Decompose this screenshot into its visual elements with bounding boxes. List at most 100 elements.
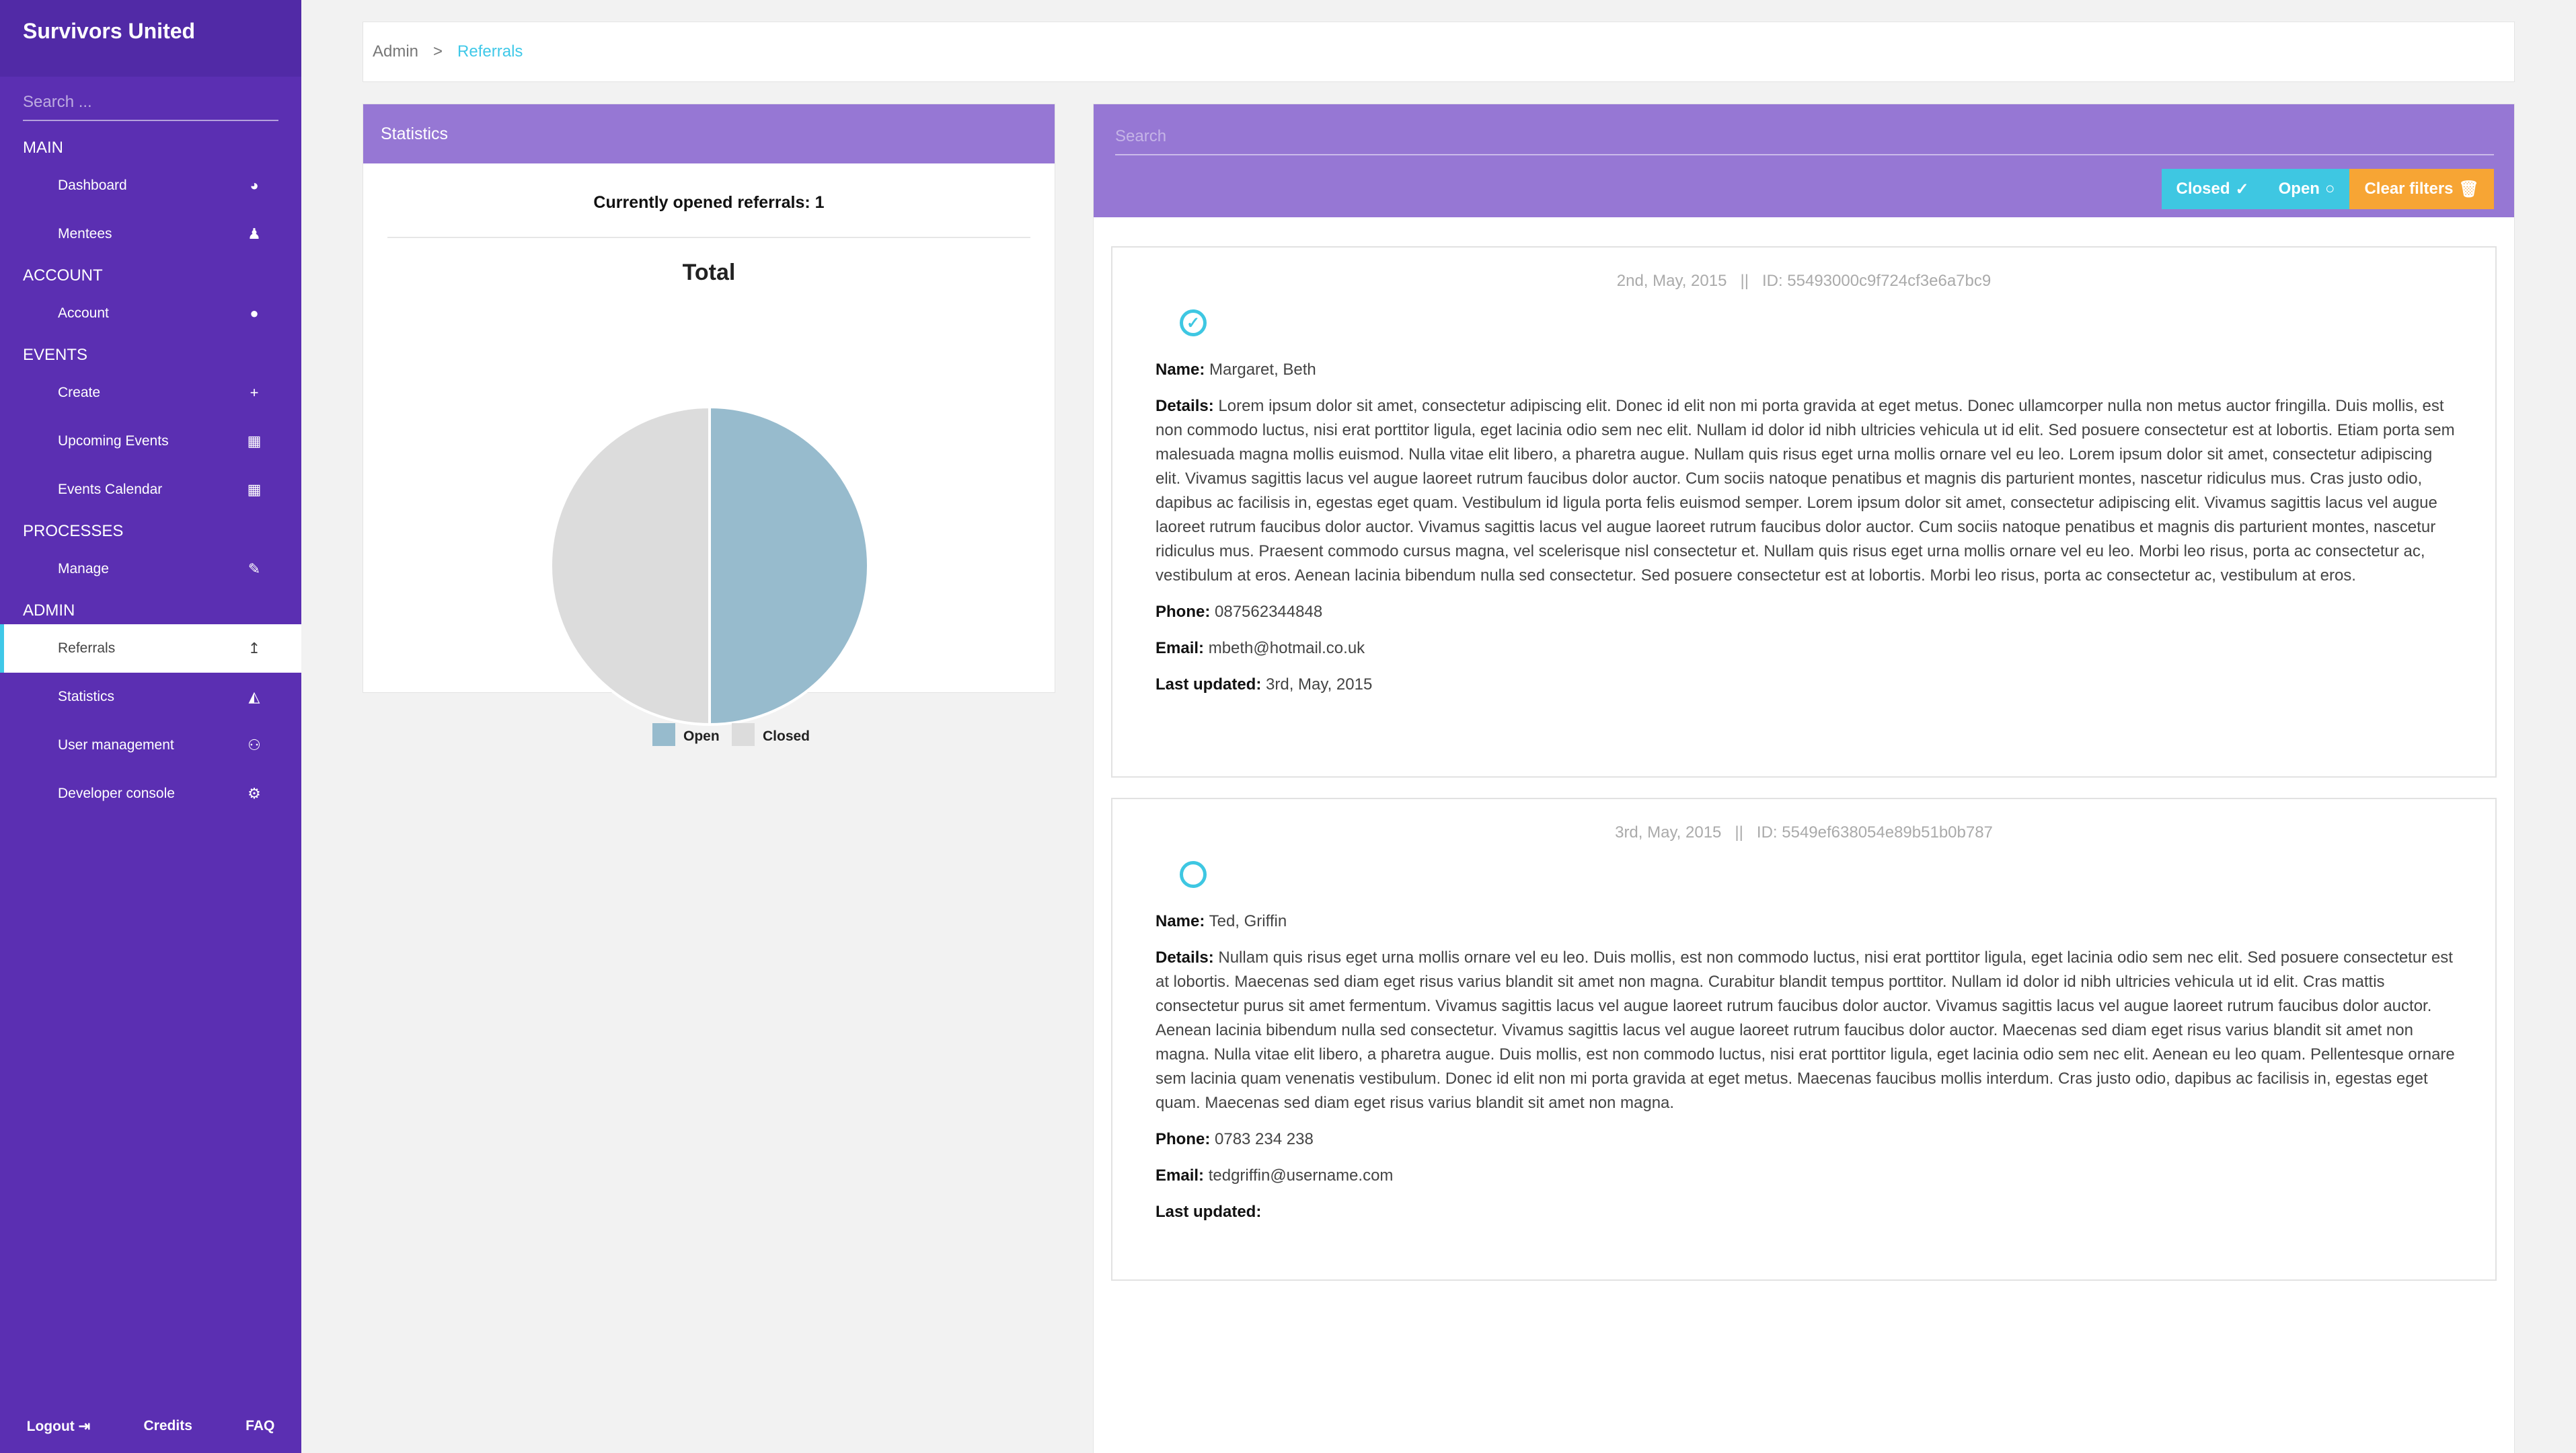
sidebar-item-developer-console[interactable]: Developer console ⚙ <box>0 770 301 818</box>
logout-icon: ⇥ <box>78 1418 91 1434</box>
referral-last-updated: 3rd, May, 2015 <box>1266 675 1373 694</box>
sidebar-search-input[interactable]: Search ... <box>23 87 278 121</box>
referral-email-row: Email: mbeth@hotmail.co.uk <box>1156 636 2455 661</box>
sidebar-item-label: Statistics <box>58 689 115 704</box>
sidebar-item-upcoming-events[interactable]: Upcoming Events ▦ <box>0 417 301 465</box>
calendar-icon: ▦ <box>247 481 262 498</box>
pie-slice-open[interactable] <box>708 405 870 726</box>
referral-details: Lorem ipsum dolor sit amet, consectetur … <box>1156 397 2455 585</box>
status-open-circle-icon[interactable] <box>1180 861 1207 888</box>
referral-email: tedgriffin@username.com <box>1208 1166 1394 1185</box>
meta-separator: || <box>1735 823 1743 842</box>
referral-details-row: Details: Nullam quis risus eget urna mol… <box>1156 946 2455 1115</box>
check-circle-icon: ✓ <box>2235 180 2249 198</box>
filter-open-label: Open <box>2278 180 2320 198</box>
sidebar-item-label: Referrals <box>58 640 116 656</box>
referral-meta: 3rd, May, 2015 || ID: 5549ef638054e89b51… <box>1112 823 2495 842</box>
referral-id: ID: 55493000c9f724cf3e6a7bc9 <box>1761 272 1992 290</box>
sidebar-item-dashboard[interactable]: Dashboard ◕ <box>0 161 301 210</box>
breadcrumb-separator: > <box>433 42 443 61</box>
referral-phone: 087562344848 <box>1215 603 1323 621</box>
referral-body: Name: Ted, Griffin Details: Nullam quis … <box>1156 909 2455 1236</box>
sidebar-item-statistics[interactable]: Statistics ◭ <box>0 673 301 721</box>
breadcrumb: Admin > Referrals <box>363 22 2515 82</box>
sidebar-item-label: Events Calendar <box>58 482 163 497</box>
sidebar: Survivors United Search ... MAIN Dashboa… <box>0 0 301 1453</box>
sidebar-item-label: Mentees <box>58 226 112 241</box>
clear-filters-label: Clear filters <box>2364 180 2454 198</box>
faq-link[interactable]: FAQ <box>245 1418 274 1434</box>
sidebar-footer: Logout ⇥ Credits FAQ <box>0 1399 301 1453</box>
sidebar-item-manage[interactable]: Manage ✎ <box>0 545 301 593</box>
sidebar-item-account[interactable]: Account ● <box>0 289 301 338</box>
section-title-main: MAIN <box>23 139 63 157</box>
referral-arrow-icon: ↥ <box>248 640 261 657</box>
divider <box>387 237 1030 238</box>
statistics-panel-header: Statistics <box>363 104 1055 163</box>
sidebar-item-events-calendar[interactable]: Events Calendar ▦ <box>0 465 301 514</box>
breadcrumb-current: Referrals <box>457 42 523 61</box>
status-closed-check-icon[interactable]: ✓ <box>1180 309 1207 336</box>
sidebar-item-label: Manage <box>58 561 109 576</box>
meta-separator: || <box>1740 272 1749 290</box>
filter-bar: Closed ✓ Open ○ Clear filters 🗑 <box>2161 169 2494 209</box>
sidebar-item-label: Developer console <box>58 786 175 801</box>
circle-icon: ○ <box>2324 180 2335 198</box>
sidebar-item-create[interactable]: Create + <box>0 369 301 417</box>
referral-name-row: Name: Margaret, Beth <box>1156 358 2455 382</box>
email-label: Email: <box>1156 1166 1205 1185</box>
section-title-account: ACCOUNT <box>23 266 103 285</box>
referral-updated-row: Last updated: 3rd, May, 2015 <box>1156 673 2455 697</box>
sidebar-item-label: Upcoming Events <box>58 433 169 449</box>
trash-icon: 🗑 <box>2458 180 2479 198</box>
referral-phone-row: Phone: 0783 234 238 <box>1156 1127 2455 1152</box>
sidebar-item-user-management[interactable]: User management ⚇ <box>0 721 301 770</box>
referral-email: mbeth@hotmail.co.uk <box>1208 639 1365 657</box>
phone-label: Phone: <box>1156 603 1211 621</box>
referral-updated-row: Last updated: <box>1156 1200 2455 1224</box>
referral-details: Nullam quis risus eget urna mollis ornar… <box>1156 948 2455 1112</box>
calendar-icon: ▦ <box>247 433 262 449</box>
referral-card: 3rd, May, 2015 || ID: 5549ef638054e89b51… <box>1111 798 2497 1281</box>
sidebar-item-label: Account <box>58 305 109 321</box>
legend-swatch-open <box>652 723 675 746</box>
legend-label-open: Open <box>683 729 720 744</box>
breadcrumb-admin[interactable]: Admin <box>373 42 418 61</box>
dashboard-icon: ◕ <box>250 177 259 194</box>
name-label: Name: <box>1156 361 1205 379</box>
pie-chart: Open Closed <box>550 405 870 746</box>
gears-icon: ⚙ <box>248 785 261 802</box>
last-updated-label: Last updated: <box>1156 1203 1262 1221</box>
logout-link[interactable]: Logout ⇥ <box>27 1418 91 1435</box>
referral-details-row: Details: Lorem ipsum dolor sit amet, con… <box>1156 394 2455 588</box>
details-label: Details: <box>1156 397 1214 415</box>
referral-date: 2nd, May, 2015 <box>1616 272 1727 290</box>
section-title-processes: PROCESSES <box>23 522 124 540</box>
sidebar-item-referrals[interactable]: Referrals ↥ <box>0 624 301 673</box>
legend-swatch-closed <box>732 723 755 746</box>
referral-phone-row: Phone: 087562344848 <box>1156 600 2455 624</box>
pie-slice-closed[interactable] <box>550 405 711 726</box>
brand-title[interactable]: Survivors United <box>0 0 301 77</box>
name-label: Name: <box>1156 912 1205 930</box>
sidebar-item-label: Dashboard <box>58 178 127 193</box>
filter-closed-label: Closed <box>2176 180 2230 198</box>
clear-filters-button[interactable]: Clear filters 🗑 <box>2349 169 2494 209</box>
user-icon: ● <box>250 305 259 322</box>
legend-label-closed: Closed <box>763 729 810 744</box>
referral-name-row: Name: Ted, Griffin <box>1156 909 2455 934</box>
opened-referrals-count: Currently opened referrals: 1 <box>593 193 825 212</box>
credits-link[interactable]: Credits <box>144 1418 192 1434</box>
section-title-events: EVENTS <box>23 346 88 364</box>
sidebar-search-placeholder: Search ... <box>23 93 92 111</box>
filter-open-button[interactable]: Open ○ <box>2263 169 2350 209</box>
referral-name: Margaret, Beth <box>1209 361 1316 379</box>
area-chart-icon: ◭ <box>248 688 260 705</box>
referral-search-input[interactable]: Search <box>1115 120 2494 155</box>
sidebar-item-mentees[interactable]: Mentees ♟ <box>0 210 301 258</box>
referral-date: 3rd, May, 2015 <box>1615 823 1722 842</box>
referral-search-placeholder: Search <box>1115 127 1167 145</box>
pencil-icon: ✎ <box>248 560 261 577</box>
filter-closed-button[interactable]: Closed ✓ <box>2161 169 2264 209</box>
plus-icon: + <box>250 384 259 401</box>
